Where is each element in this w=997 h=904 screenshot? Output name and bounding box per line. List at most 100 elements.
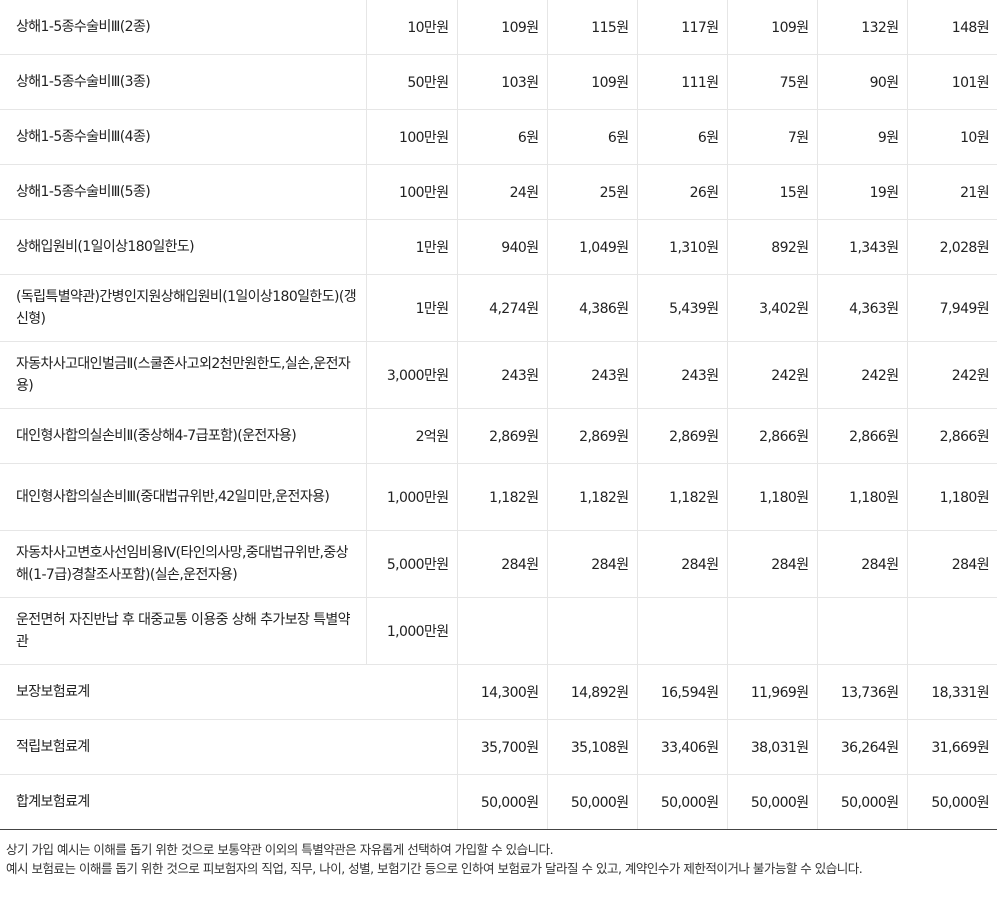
table-row: 상해1-5종수술비Ⅲ(2종) 10만원 109원 115원 117원 109원 … [0,0,997,55]
disclaimer-notes: 상기 가입 예시는 이해를 돕기 위한 것으로 보통약관 이외의 특별약관은 자… [0,830,997,878]
premium-value: 101원 [906,54,997,110]
coverage-amount: 2억원 [365,408,457,464]
premium-value: 940원 [456,219,547,275]
premium-value [906,597,997,665]
premium-value: 243원 [546,341,637,409]
premium-value: 1,180원 [906,463,997,531]
premium-value: 1,182원 [636,463,727,531]
premium-value: 1,180원 [816,463,907,531]
table-row: (독립특별약관)간병인지원상해입원비(1일이상180일한도)(갱신형) 1만원 … [0,274,997,342]
total-value: 35,700원 [456,719,547,775]
coverage-amount: 1만원 [365,274,457,342]
total-amount-empty [366,664,457,720]
premium-value: 7,949원 [906,274,997,342]
premium-value: 1,180원 [726,463,817,531]
total-row: 합계보험료계 50,000원 50,000원 50,000원 50,000원 5… [0,774,997,830]
premium-value: 109원 [456,0,547,55]
coverage-name: 자동차사고변호사선임비용Ⅳ(타인의사망,중대법규위반,중상해(1-7급)경찰조사… [0,530,366,598]
premium-value: 1,049원 [546,219,637,275]
premium-value: 243원 [456,341,547,409]
premium-value: 6원 [456,109,547,165]
premium-value: 284원 [726,530,817,598]
coverage-name: 운전면허 자진반납 후 대중교통 이용중 상해 추가보장 특별약관 [0,597,366,665]
premium-value: 2,866원 [726,408,817,464]
premium-table-section: 상해1-5종수술비Ⅲ(2종) 10만원 109원 115원 117원 109원 … [0,0,997,878]
premium-value: 1,182원 [546,463,637,531]
coverage-amount: 100만원 [365,164,457,220]
premium-table: 상해1-5종수술비Ⅲ(2종) 10만원 109원 115원 117원 109원 … [0,0,997,830]
premium-value: 6원 [636,109,727,165]
total-value: 33,406원 [636,719,727,775]
total-amount-empty [366,774,457,830]
total-value: 38,031원 [726,719,817,775]
premium-value: 284원 [906,530,997,598]
coverage-name: 대인형사합의실손비Ⅱ(중상해4-7급포함)(운전자용) [0,408,366,464]
premium-table-body: 상해1-5종수술비Ⅲ(2종) 10만원 109원 115원 117원 109원 … [0,0,997,830]
premium-value: 284원 [546,530,637,598]
table-row: 자동차사고대인벌금Ⅱ(스쿨존사고외2천만원한도,실손,운전자용) 3,000만원… [0,341,997,409]
premium-value: 15원 [726,164,817,220]
table-row: 대인형사합의실손비Ⅱ(중상해4-7급포함)(운전자용) 2억원 2,869원 2… [0,408,997,464]
total-label: 보장보험료계 [0,664,366,720]
premium-value: 25원 [546,164,637,220]
premium-value: 103원 [456,54,547,110]
total-amount-empty [366,719,457,775]
table-row: 상해1-5종수술비Ⅲ(4종) 100만원 6원 6원 6원 7원 9원 10원 [0,109,997,165]
premium-value: 9원 [816,109,907,165]
coverage-name: 상해1-5종수술비Ⅲ(2종) [0,0,366,55]
premium-value: 132원 [816,0,907,55]
total-value: 13,736원 [816,664,907,720]
premium-value: 2,866원 [906,408,997,464]
premium-value [636,597,727,665]
premium-value: 109원 [726,0,817,55]
coverage-amount: 50만원 [365,54,457,110]
premium-value [726,597,817,665]
premium-value: 6원 [546,109,637,165]
table-row: 자동차사고변호사선임비용Ⅳ(타인의사망,중대법규위반,중상해(1-7급)경찰조사… [0,530,997,598]
premium-value: 284원 [636,530,727,598]
premium-value: 284원 [816,530,907,598]
table-row: 상해입원비(1일이상180일한도) 1만원 940원 1,049원 1,310원… [0,219,997,275]
coverage-amount: 1만원 [365,219,457,275]
premium-value: 24원 [456,164,547,220]
total-label: 적립보험료계 [0,719,366,775]
total-value: 50,000원 [636,774,727,830]
premium-value: 1,182원 [456,463,547,531]
coverage-amount: 10만원 [365,0,457,55]
premium-value: 111원 [636,54,727,110]
total-value: 18,331원 [906,664,997,720]
premium-value: 117원 [636,0,727,55]
premium-value: 2,869원 [456,408,547,464]
coverage-name: 상해1-5종수술비Ⅲ(4종) [0,109,366,165]
premium-value [456,597,547,665]
coverage-name: 상해1-5종수술비Ⅲ(3종) [0,54,366,110]
premium-value: 4,363원 [816,274,907,342]
total-value: 14,892원 [546,664,637,720]
premium-value: 4,386원 [546,274,637,342]
total-value: 50,000원 [816,774,907,830]
premium-value: 242원 [906,341,997,409]
total-value: 36,264원 [816,719,907,775]
disclaimer-line: 상기 가입 예시는 이해를 돕기 위한 것으로 보통약관 이외의 특별약관은 자… [6,842,554,857]
premium-value: 109원 [546,54,637,110]
total-row: 보장보험료계 14,300원 14,892원 16,594원 11,969원 1… [0,664,997,720]
table-row: 운전면허 자진반납 후 대중교통 이용중 상해 추가보장 특별약관 1,000만… [0,597,997,665]
total-row: 적립보험료계 35,700원 35,108원 33,406원 38,031원 3… [0,719,997,775]
premium-value: 243원 [636,341,727,409]
total-value: 14,300원 [456,664,547,720]
premium-value [546,597,637,665]
premium-value: 7원 [726,109,817,165]
coverage-amount: 100만원 [365,109,457,165]
table-row: 상해1-5종수술비Ⅲ(3종) 50만원 103원 109원 111원 75원 9… [0,54,997,110]
premium-value: 26원 [636,164,727,220]
disclaimer-line: 예시 보험료는 이해를 돕기 위한 것으로 피보험자의 직업, 직무, 나이, … [6,861,863,876]
coverage-amount: 1,000만원 [365,597,457,665]
table-row: 상해1-5종수술비Ⅲ(5종) 100만원 24원 25원 26원 15원 19원… [0,164,997,220]
premium-value: 2,869원 [546,408,637,464]
premium-value: 90원 [816,54,907,110]
premium-value: 2,866원 [816,408,907,464]
premium-value: 5,439원 [636,274,727,342]
total-value: 50,000원 [456,774,547,830]
coverage-amount: 5,000만원 [365,530,457,598]
total-value: 50,000원 [546,774,637,830]
